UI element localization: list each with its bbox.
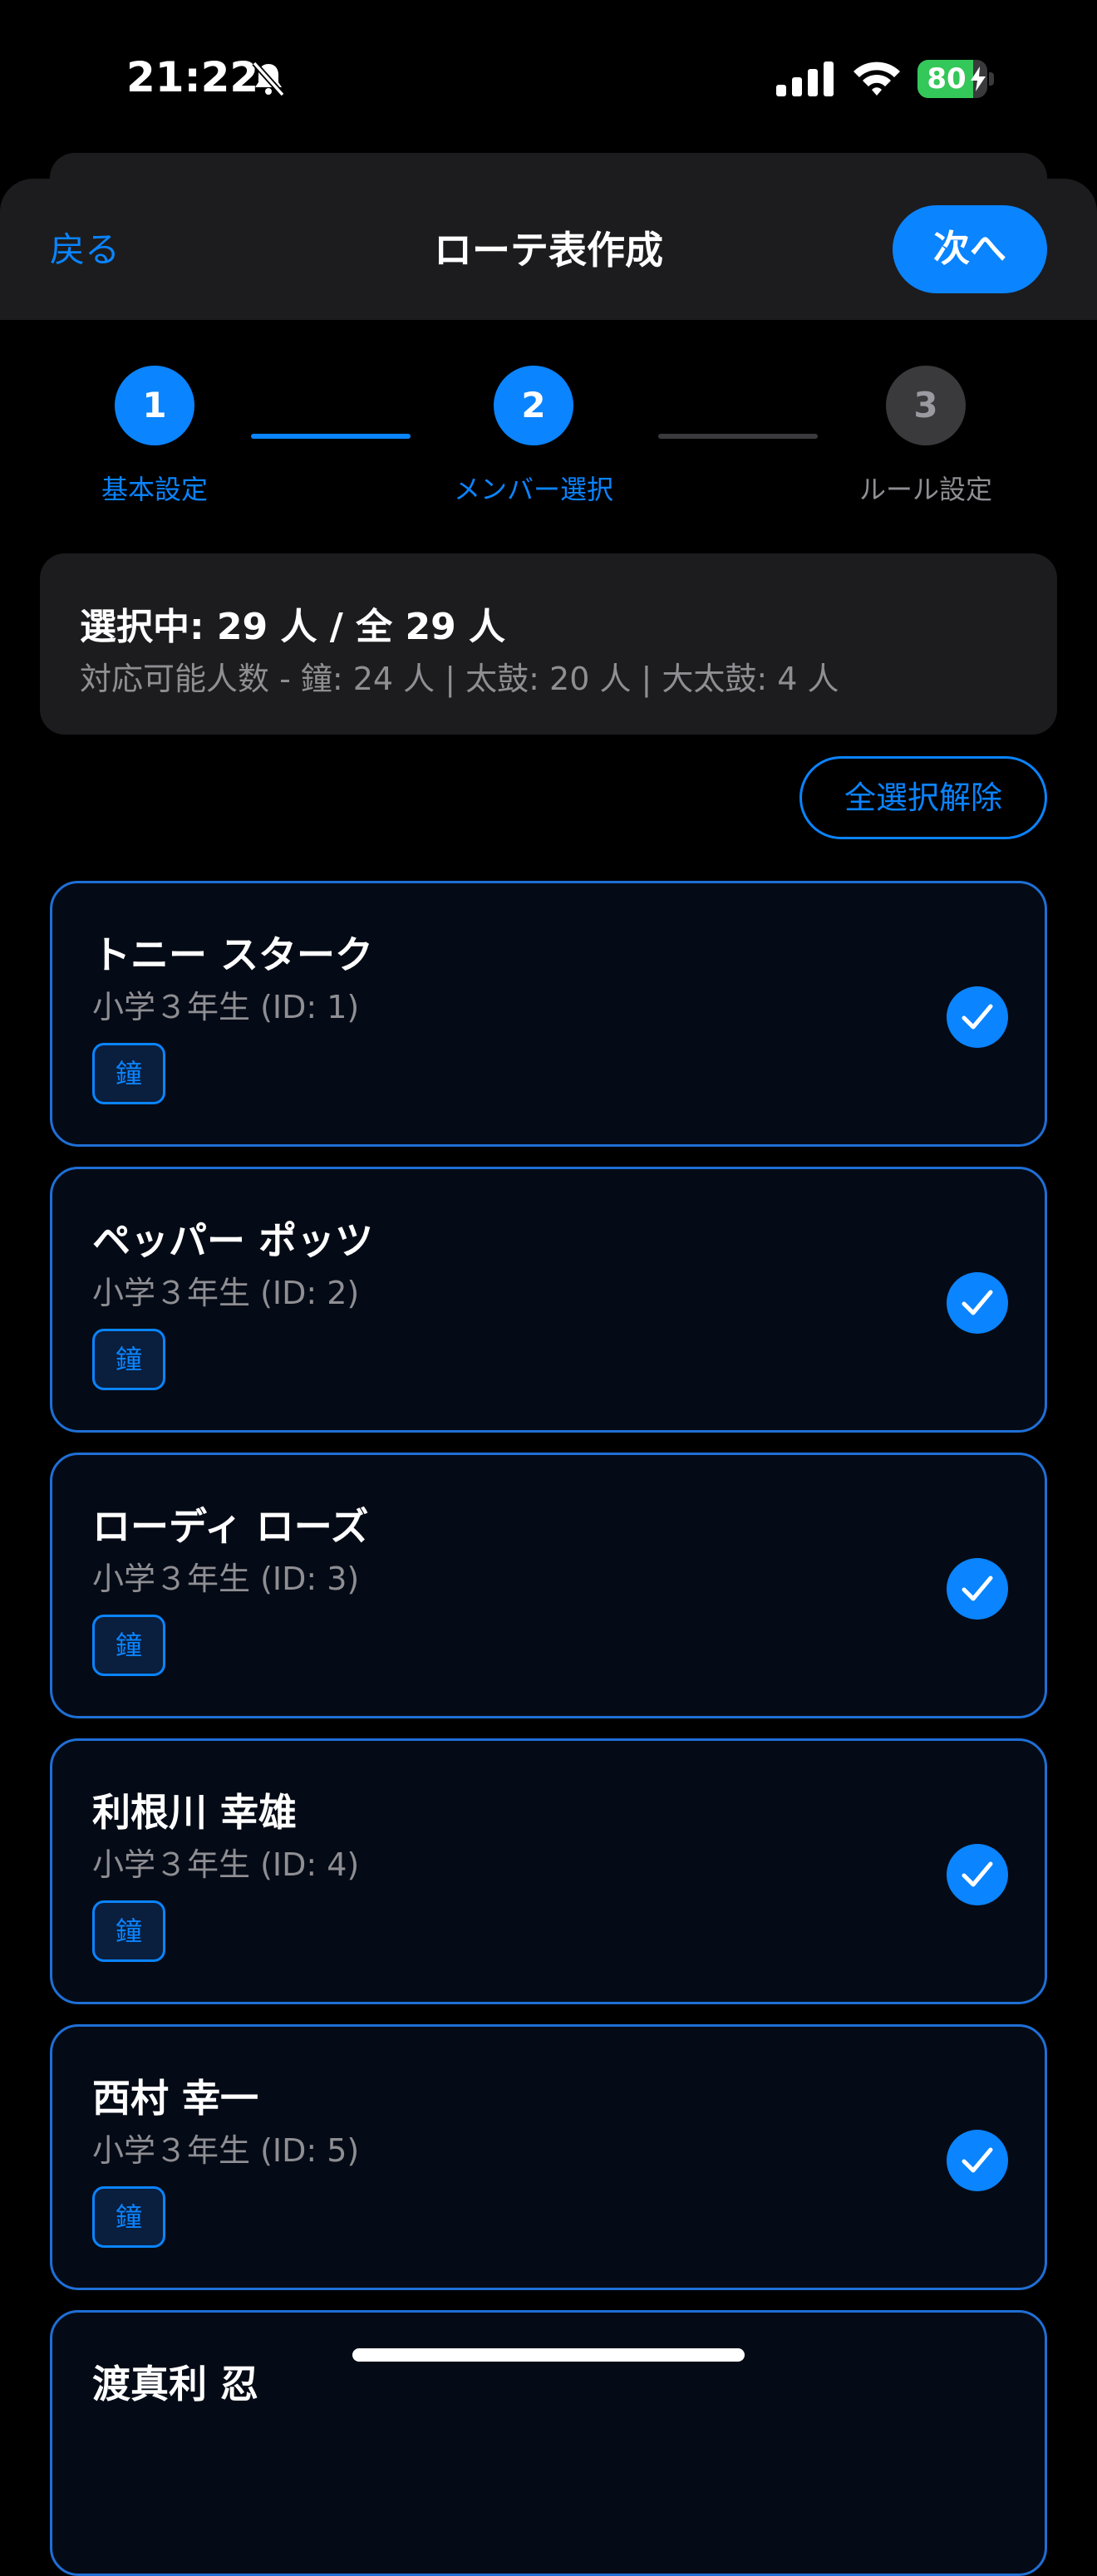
member-name: 利根川 幸雄 [92, 1790, 298, 1835]
checkmark-icon[interactable] [947, 1844, 1008, 1905]
status-time: 21:22 [126, 53, 259, 101]
home-indicator [352, 2348, 745, 2362]
checkmark-icon[interactable] [947, 1272, 1008, 1334]
bell-slash-icon [252, 61, 285, 97]
selection-summary-card: 選択中: 29 人 / 全 29 人 対応可能人数 - 鐘: 24 人 | 太鼓… [40, 553, 1057, 735]
member-card[interactable]: ローディ ローズ 小学３年生 (ID: 3) 鐘 [50, 1453, 1047, 1718]
member-instrument-tag: 鐘 [92, 1043, 165, 1104]
navigation-header: 戻る ローテ表作成 次へ [0, 179, 1097, 320]
member-name: トニー スターク [92, 932, 374, 977]
step-3-circle: 3 [886, 366, 966, 445]
member-name: ペッパー ポッツ [92, 1218, 374, 1263]
step-connector-1 [251, 434, 411, 439]
availability-summary: 対応可能人数 - 鐘: 24 人 | 太鼓: 20 人 | 大太鼓: 4 人 [80, 661, 839, 697]
next-button[interactable]: 次へ [893, 205, 1047, 293]
battery-charging-icon: 80 [917, 60, 994, 98]
status-bar: 21:22 80 [0, 0, 1097, 158]
step-3-label: ルール設定 [858, 474, 992, 505]
member-card[interactable]: ペッパー ポッツ 小学３年生 (ID: 2) 鐘 [50, 1167, 1047, 1433]
member-grade-id: 小学３年生 (ID: 4) [92, 1846, 360, 1883]
checkmark-icon[interactable] [947, 1558, 1008, 1620]
member-instrument-tag: 鐘 [92, 1615, 165, 1676]
member-grade-id: 小学３年生 (ID: 1) [92, 989, 360, 1025]
step-2-label: メンバー選択 [453, 474, 613, 505]
member-grade-id: 小学３年生 (ID: 3) [92, 1561, 360, 1597]
step-connector-2 [658, 434, 818, 439]
member-card[interactable]: 西村 幸一 小学３年生 (ID: 5) 鐘 [50, 2024, 1047, 2290]
deselect-all-button[interactable]: 全選択解除 [799, 756, 1047, 839]
member-card[interactable]: トニー スターク 小学３年生 (ID: 1) 鐘 [50, 881, 1047, 1147]
member-name: 西村 幸一 [92, 2076, 259, 2121]
step-2-circle: 2 [494, 366, 573, 445]
checkmark-icon[interactable] [947, 2130, 1008, 2191]
member-card[interactable]: 利根川 幸雄 小学３年生 (ID: 4) 鐘 [50, 1738, 1047, 2004]
selection-count: 選択中: 29 人 / 全 29 人 [80, 606, 506, 648]
cellular-signal-icon [776, 61, 834, 96]
member-instrument-tag: 鐘 [92, 1329, 165, 1390]
member-name: 渡真利 忍 [92, 2362, 259, 2406]
bolt-icon [971, 66, 986, 91]
member-grade-id: 小学３年生 (ID: 5) [92, 2132, 360, 2169]
member-grade-id: 小学３年生 (ID: 2) [92, 1275, 360, 1311]
member-name: ローディ ローズ [92, 1504, 369, 1549]
wifi-icon [853, 61, 900, 96]
member-instrument-tag: 鐘 [92, 2186, 165, 2248]
step-indicator: 1 基本設定 2 メンバー選択 3 ルール設定 [0, 366, 1097, 515]
step-1-label: 基本設定 [101, 474, 208, 505]
member-instrument-tag: 鐘 [92, 1900, 165, 1962]
step-1-circle: 1 [115, 366, 194, 445]
checkmark-icon[interactable] [947, 986, 1008, 1048]
